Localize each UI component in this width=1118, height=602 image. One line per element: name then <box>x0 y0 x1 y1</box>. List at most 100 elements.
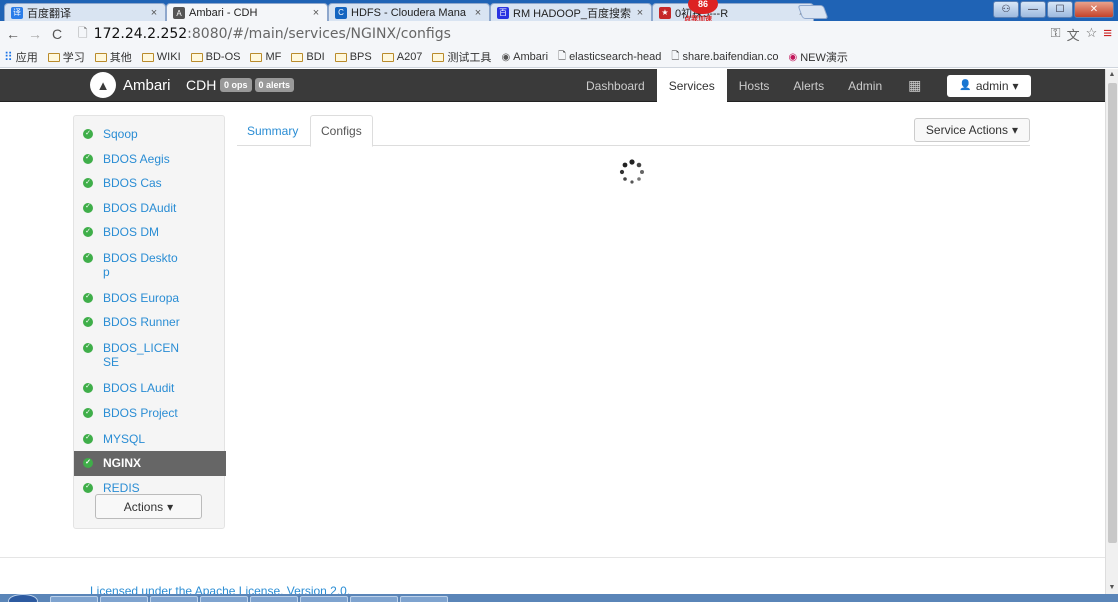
taskbar-item[interactable] <box>300 596 348 602</box>
bookmark-label: elasticsearch-head <box>569 51 662 63</box>
game-icon: ★ <box>659 6 671 19</box>
nav-hosts[interactable]: Hosts <box>727 69 782 102</box>
actions-button[interactable]: Actions ▾ <box>95 494 202 519</box>
user-switch-icon[interactable]: ⚇ <box>993 1 1019 18</box>
taskbar-item[interactable] <box>250 596 298 602</box>
new-tab-button[interactable] <box>797 5 829 19</box>
nav-services[interactable]: Services <box>656 69 727 102</box>
taskbar-item[interactable] <box>400 596 448 602</box>
browser-tab-title: 百度翻译 <box>27 7 71 20</box>
bookmark-item[interactable]: 🗋 elasticsearch-head <box>558 49 661 66</box>
browser-tab[interactable]: ★0初探5---R× <box>652 3 814 21</box>
views-grid-icon[interactable]: ▦ <box>894 77 935 94</box>
service-item[interactable]: ✓ BDOS Europa <box>74 286 226 311</box>
service-item[interactable]: ✓ BDOS Runner <box>74 310 226 335</box>
folder-icon <box>381 52 394 62</box>
service-item[interactable]: ✓ BDOS Aegis <box>74 147 226 172</box>
forward-icon[interactable]: → <box>26 26 44 42</box>
tab-configs[interactable]: Configs <box>310 115 373 147</box>
bookmark-item[interactable]: 学习 <box>47 49 85 65</box>
nav-alerts[interactable]: Alerts <box>781 69 836 102</box>
service-tabs: Summary Configs Service Actions ▾ <box>237 115 1030 147</box>
browser-tab[interactable]: C HDFS - Cloudera Mana × <box>328 3 490 21</box>
bookmark-item[interactable]: 其他 <box>94 49 132 65</box>
user-menu-button[interactable]: 👤 admin ▾ <box>947 74 1031 97</box>
tab-close-icon[interactable]: × <box>473 7 483 19</box>
bookmark-item[interactable]: A207 <box>381 51 422 63</box>
service-name: BDOS Desktop <box>103 250 178 280</box>
service-actions-button[interactable]: Service Actions ▾ <box>913 118 1030 142</box>
bookmark-star-icon[interactable]: ☆ <box>1086 25 1098 44</box>
tab-close-icon[interactable]: × <box>635 7 645 19</box>
service-item[interactable]: ✓ BDOS Cas <box>74 171 226 196</box>
page-scrollbar[interactable]: ▲ ▼ <box>1105 69 1118 594</box>
taskbar-item[interactable] <box>100 596 148 602</box>
nav-dashboard[interactable]: Dashboard <box>574 69 657 102</box>
close-window-button[interactable]: ✕ <box>1074 1 1114 18</box>
scroll-up-icon[interactable]: ▲ <box>1106 69 1118 81</box>
alerts-badge[interactable]: 0 alerts <box>254 78 295 92</box>
tab-close-icon[interactable]: × <box>149 7 159 19</box>
service-item[interactable]: ✓ BDOS LAudit <box>74 376 226 401</box>
scroll-thumb[interactable] <box>1108 83 1117 543</box>
back-icon[interactable]: ← <box>4 26 22 42</box>
bookmark-item[interactable]: 🗋 share.baifendian.co <box>671 49 778 66</box>
browser-menu-icon[interactable]: ≡ <box>1103 25 1112 44</box>
bookmark-item[interactable]: MF <box>250 51 281 63</box>
service-item[interactable]: ✓ NGINX <box>74 451 226 476</box>
bookmark-label: share.baifendian.co <box>682 51 779 63</box>
bookmark-item[interactable]: ⠿ 应用 <box>4 49 38 65</box>
service-name: BDOS Cas <box>103 176 162 190</box>
service-name: BDOS LAudit <box>103 380 175 395</box>
apps-grid-icon: ⠿ <box>4 50 13 64</box>
taskbar-item[interactable] <box>200 596 248 602</box>
scroll-down-icon[interactable]: ▼ <box>1106 582 1118 594</box>
tab-summary[interactable]: Summary <box>237 115 308 146</box>
service-item[interactable]: ✓ Sqoop <box>74 122 226 147</box>
service-name: MYSQL <box>103 431 146 446</box>
bookmark-item[interactable]: WIKI <box>141 51 181 63</box>
bookmark-label: Ambari <box>513 51 549 63</box>
reload-icon[interactable]: C <box>48 26 66 42</box>
bookmark-item[interactable]: ◉ Ambari <box>501 51 548 63</box>
cluster-name[interactable]: CDH <box>186 77 216 93</box>
ambari-navbar: ▲ Ambari CDH 0 ops 0 alerts Dashboard Ser… <box>0 69 1105 102</box>
minimize-button[interactable]: — <box>1020 1 1046 18</box>
status-ok-icon: ✓ <box>83 227 93 237</box>
promo-badge[interactable]: 86 点我加速 <box>684 0 722 23</box>
browser-tab[interactable]: 百 RM HADOOP_百度搜索 × <box>490 3 652 21</box>
bookmark-item[interactable]: BPS <box>334 51 372 63</box>
service-item[interactable]: ✓ BDOS_LICENSE <box>74 335 226 376</box>
maximize-button[interactable]: ☐ <box>1047 1 1073 18</box>
translate-icon[interactable]: 文 <box>1067 25 1080 44</box>
bookmark-item[interactable]: ◉ NEW演示 <box>788 49 847 65</box>
bookmark-item[interactable]: BDI <box>291 51 325 63</box>
bookmark-label: 应用 <box>15 52 38 64</box>
tab-close-icon[interactable]: × <box>311 7 321 19</box>
taskbar-item[interactable] <box>50 596 98 602</box>
service-item[interactable]: ✓ BDOS Desktop <box>74 245 226 286</box>
url-input[interactable]: 🗋 172.24.2.252:8080/#/main/services/NGIN… <box>78 23 1038 45</box>
address-bar: ← → C 🗋 172.24.2.252:8080/#/main/service… <box>0 21 1118 47</box>
browser-tab[interactable]: A Ambari - CDH × <box>166 3 328 22</box>
service-item[interactable]: ✓ BDOS DM <box>74 220 226 245</box>
brand[interactable]: ▲ Ambari <box>90 72 171 98</box>
browser-tab-title: HDFS - Cloudera Mana <box>351 6 466 19</box>
nav-admin[interactable]: Admin <box>836 69 894 102</box>
service-item[interactable]: ✓ MYSQL <box>74 427 226 452</box>
folder-icon <box>190 52 203 62</box>
service-item[interactable]: ✓ BDOS DAudit <box>74 196 226 221</box>
start-button[interactable] <box>8 594 38 602</box>
folder-icon <box>94 52 107 62</box>
bookmark-item[interactable]: 测试工具 <box>432 49 491 65</box>
key-icon[interactable]: ⚿ <box>1051 25 1061 44</box>
ops-badges: 0 ops 0 alerts <box>220 78 295 92</box>
taskbar-item[interactable] <box>350 596 398 602</box>
ops-badge[interactable]: 0 ops <box>220 78 252 92</box>
page-icon: 🗋 <box>78 25 88 40</box>
address-bar-actions: ⚿ 文 ☆ ≡ <box>1051 25 1112 44</box>
taskbar-item[interactable] <box>150 596 198 602</box>
browser-tab[interactable]: 译百度翻译 × <box>4 3 166 21</box>
bookmark-item[interactable]: BD-OS <box>190 51 240 63</box>
service-item[interactable]: ✓ BDOS Project <box>74 400 226 427</box>
